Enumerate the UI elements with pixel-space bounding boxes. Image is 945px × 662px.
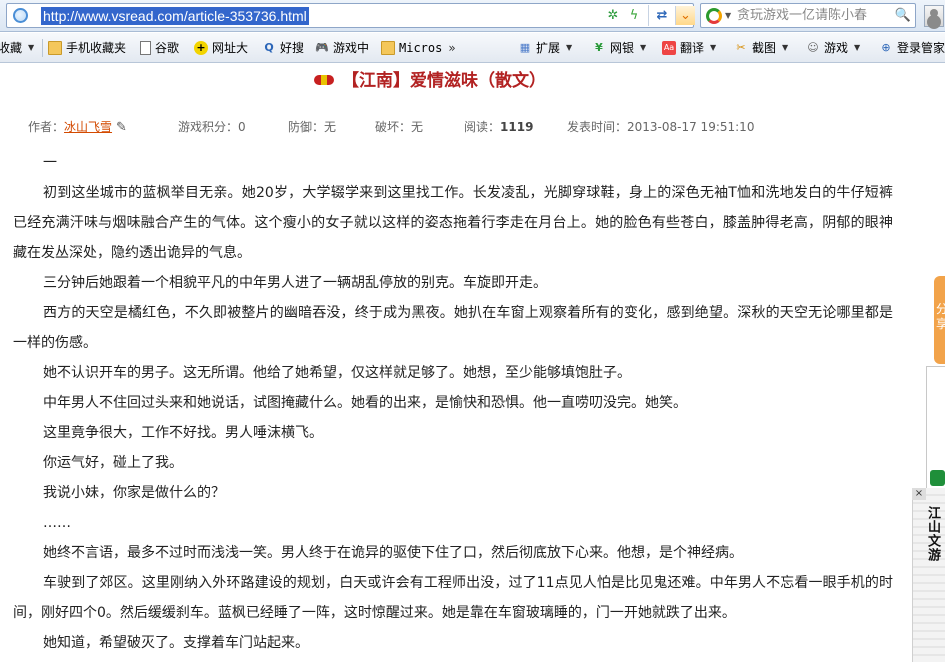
divider xyxy=(42,39,43,57)
share-tab-label: 分享 xyxy=(936,302,945,331)
fav-item-extensions[interactable]: ▦ 扩展 ▼ xyxy=(518,38,572,58)
article-paragraph: 你运气好，碰上了我。 xyxy=(43,455,183,471)
fav-item-favorites[interactable]: 收藏 ▼ xyxy=(0,38,34,58)
user-icon[interactable] xyxy=(924,5,944,27)
login-icon: ⊕ xyxy=(881,41,891,54)
article-paragraph: 她知道，希望破灭了。支撑着车门站起来。 xyxy=(43,635,309,651)
search-engine-icon[interactable] xyxy=(706,8,722,24)
reads-label: 阅读： xyxy=(464,120,501,134)
fav-label: 谷歌 xyxy=(155,41,180,55)
fav-label: 网址大 xyxy=(212,41,249,55)
folder-icon xyxy=(48,41,62,55)
chevron-down-icon[interactable]: ▼ xyxy=(725,11,731,20)
divider xyxy=(648,5,649,26)
scissors-icon: ✂ xyxy=(736,41,746,54)
fav-label: 好搜 xyxy=(280,41,305,55)
fav-item-translate[interactable]: Aa 翻译 ▼ xyxy=(662,38,716,58)
article-paragraph: 初到这坐城市的蓝枫举目无亲。她20岁，大学辍学来到这里找工作。长发凌乱，光脚穿球… xyxy=(13,185,893,261)
search-input[interactable]: 贪玩游戏一亿请陈小春 xyxy=(737,7,887,25)
close-icon[interactable]: × xyxy=(912,488,926,500)
meta-defense: 防御：无 xyxy=(288,120,337,134)
fav-item-google[interactable]: 谷歌 xyxy=(140,38,179,58)
dropdown-icon[interactable]: ⌄ xyxy=(675,6,695,25)
chevron-down-icon[interactable]: ▼ xyxy=(782,38,788,58)
gamepad-icon: ☺ xyxy=(807,41,819,54)
reads-count: 1119 xyxy=(500,120,534,134)
fav-item-games[interactable]: ☺ 游戏 ▼ xyxy=(806,38,860,58)
url-input[interactable]: http://www.vsread.com/article-353736.htm… xyxy=(41,7,309,25)
meta-author: 作者：冰山飞雪 ✎ xyxy=(28,118,127,135)
yen-icon: ¥ xyxy=(595,41,603,54)
fav-item-ebank[interactable]: ¥ 网银 ▼ xyxy=(592,38,646,58)
author-label: 作者： xyxy=(28,120,65,134)
fav-label: 游戏中 xyxy=(333,41,370,55)
article-paragraph: 她不认识开车的男子。这无所谓。他给了她希望，仅这样就足够了。她想，至少能够填饱肚… xyxy=(43,365,631,381)
search-icon: Q xyxy=(264,41,274,54)
article-paragraph: 西方的天空是橘红色，不久即被整片的幽暗吞没，终于成为黑夜。她扒在车窗上观察着所有… xyxy=(13,305,893,351)
meta-reads: 阅读：1119 xyxy=(464,118,533,135)
article-paragraph: 这里竟争很大，工作不好找。男人唾沫横飞。 xyxy=(43,425,323,441)
search-box[interactable]: ▼ 贪玩游戏一亿请陈小春 🔍 xyxy=(700,3,916,28)
more-icon[interactable]: » xyxy=(448,38,455,58)
chevron-down-icon[interactable]: ▼ xyxy=(566,38,572,58)
fav-label: 翻译 xyxy=(680,41,705,55)
document-icon xyxy=(140,41,151,55)
fav-label: 收藏 xyxy=(0,41,23,55)
fav-item-url-nav[interactable]: + 网址大 xyxy=(194,38,248,58)
bolt-icon[interactable]: ϟ xyxy=(624,6,644,25)
favorites-bar: 收藏 ▼ 手机收藏夹 谷歌 + 网址大 Q 好搜 🎮 游戏中 Micros » … xyxy=(0,33,945,63)
fav-item-game-center[interactable]: 🎮 游戏中 xyxy=(315,38,369,58)
share-side-tab[interactable]: 分享 xyxy=(934,276,945,364)
fav-label: 游戏 xyxy=(824,41,849,55)
chevron-down-icon[interactable]: ▼ xyxy=(710,38,716,58)
article-paragraph: 中年男人不住回过头来和她说话，试图掩藏什么。她看的出来，是愉快和恐惧。他一直唠叨… xyxy=(43,395,687,411)
meta-score: 游戏积分：0 xyxy=(178,120,246,134)
fav-item-micros[interactable]: Micros » xyxy=(381,38,456,58)
fav-label: Micros xyxy=(399,41,443,55)
address-toolbar: http://www.vsread.com/article-353736.htm… xyxy=(0,0,945,32)
article-header: 【江南】爱情滋味（散文） xyxy=(0,66,860,91)
plus-icon: + xyxy=(194,41,208,55)
swap-icon[interactable]: ⇄ xyxy=(652,6,672,25)
fav-label: 扩展 xyxy=(536,41,561,55)
article-paragraph: 三分钟后她跟着一个相貌平凡的中年男人进了一辆胡乱停放的别克。车旋即开走。 xyxy=(43,275,547,291)
article-paragraph: 我说小妹，你家是做什么的？ xyxy=(43,485,225,501)
chevron-down-icon[interactable]: ▼ xyxy=(640,38,646,58)
meta-damage: 破坏：无 xyxy=(375,120,424,134)
address-bar[interactable]: http://www.vsread.com/article-353736.htm… xyxy=(6,3,695,28)
folder-icon xyxy=(381,41,395,55)
chat-icon[interactable] xyxy=(930,470,945,486)
fav-label: 登录管家 xyxy=(897,41,945,55)
fav-label: 网银 xyxy=(610,41,635,55)
flag-icon xyxy=(314,74,334,85)
refresh-icon[interactable]: ✲ xyxy=(603,6,623,25)
fav-item-haosou[interactable]: Q 好搜 xyxy=(262,38,304,58)
article-title: 【江南】爱情滋味（散文） xyxy=(342,71,546,91)
article-body: 一 初到这坐城市的蓝枫举目无亲。她20岁，大学辍学来到这里找工作。长发凌乱，光脚… xyxy=(13,148,893,658)
globe-icon xyxy=(13,8,28,23)
fav-label: 手机收藏夹 xyxy=(66,41,127,55)
side-banner-text: 江山文游 xyxy=(925,506,940,562)
fav-item-mobile-favorites[interactable]: 手机收藏夹 xyxy=(48,38,126,58)
chevron-down-icon[interactable]: ▼ xyxy=(28,38,34,58)
translate-icon: Aa xyxy=(662,41,676,55)
article-paragraph: …… xyxy=(43,515,71,531)
fav-item-login-manager[interactable]: ⊕ 登录管家 xyxy=(879,38,945,58)
article-paragraph: 车驶到了郊区。这里刚纳入外环路建设的规划，白天或许会有工程师出没，过了11点见人… xyxy=(13,575,893,621)
pen-icon: ✎ xyxy=(116,120,127,135)
grid-icon: ▦ xyxy=(519,41,531,54)
meta-published: 发表时间：2013-08-17 19:51:10 xyxy=(567,120,755,134)
search-button[interactable]: 🔍 xyxy=(893,6,913,25)
chevron-down-icon[interactable]: ▼ xyxy=(854,38,860,58)
article-paragraph: 她终不言语，最多不过时而浅浅一笑。男人终于在诡异的驱使下住了口，然后彻底放下心来… xyxy=(43,545,743,561)
author-link[interactable]: 冰山飞雪 xyxy=(64,120,112,134)
fav-label: 截图 xyxy=(752,41,777,55)
fav-item-screenshot[interactable]: ✂ 截图 ▼ xyxy=(734,38,788,58)
game-icon: 🎮 xyxy=(315,41,329,54)
article-paragraph: 一 xyxy=(43,155,57,171)
web-page-content: 【江南】爱情滋味（散文） 作者：冰山飞雪 ✎ 游戏积分：0 防御：无 破坏：无 阅… xyxy=(0,64,945,662)
